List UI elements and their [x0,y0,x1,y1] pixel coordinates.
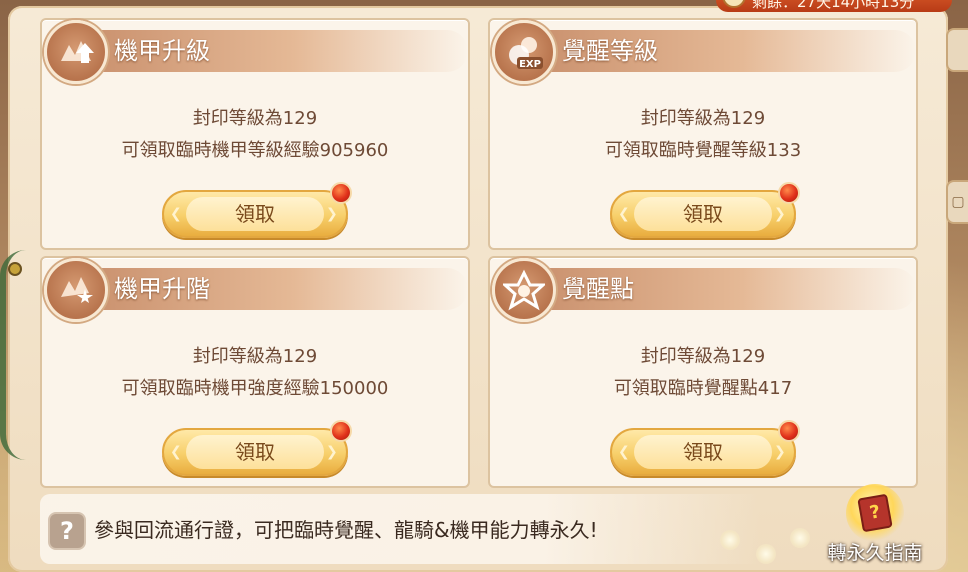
claim-button[interactable]: ❮ 領取 ❯ [610,190,796,238]
scroll-left-decoration: ❮ [618,444,630,460]
notice-text: 參與回流通行證，可把臨時覺醒、龍騎&機甲能力轉永久! [94,518,598,542]
mech-advance-star-icon [44,258,108,322]
notification-dot [778,182,800,204]
scroll-left-decoration: ❮ [618,206,630,222]
card-mech-advance: 機甲升階 封印等級為129 可領取臨時機甲強度經驗150000 ❮ 領取 ❯ [40,256,470,488]
clock-icon [722,0,746,8]
card-title: 機甲升階 [114,275,210,303]
seal-level-text: 封印等級為129 [192,346,318,367]
awakening-points-star-icon [492,258,556,322]
guide-label: 轉永久指南 [827,542,923,564]
notification-dot [330,420,352,442]
card-title: 覺醒點 [562,275,634,303]
claim-button-label: 領取 [186,435,324,469]
claim-button[interactable]: ❮ 領取 ❯ [162,428,348,476]
scroll-right-decoration: ❯ [326,206,338,222]
scroll-left-decoration: ❮ [170,444,182,460]
help-question-icon[interactable]: ? [48,512,86,550]
claim-button[interactable]: ❮ 領取 ❯ [162,190,348,238]
awakening-exp-icon: EXP [492,20,556,84]
event-timer: 剩餘：27天14小時13分 [716,0,952,12]
vine-decoration [0,250,26,460]
scroll-right-decoration: ❯ [326,444,338,460]
card-awakening-level: EXP 覺醒等級 封印等級為129 可領取臨時覺醒等級133 ❮ 領取 ❯ [488,18,918,250]
scroll-left-decoration: ❮ [170,206,182,222]
claim-button[interactable]: ❮ 領取 ❯ [610,428,796,476]
card-title: 覺醒等級 [562,37,658,65]
notification-dot [778,420,800,442]
claim-button-label: 領取 [186,197,324,231]
guide-book-icon: ? [846,484,904,542]
reward-text: 可領取臨時覺醒等級133 [604,140,802,161]
permanent-guide-button[interactable]: ? 轉永久指南 [810,484,940,568]
vine-node-decoration [8,262,22,276]
reward-text: 可領取臨時機甲強度經驗150000 [121,378,389,399]
card-awakening-points: 覺醒點 封印等級為129 可領取臨時覺醒點417 ❮ 領取 ❯ [488,256,918,488]
flower-decoration [790,528,810,548]
scroll-right-decoration: ❯ [774,444,786,460]
question-book-icon: ? [857,493,893,533]
reward-text: 可領取臨時機甲等級經驗905960 [121,140,389,161]
seal-level-text: 封印等級為129 [640,346,766,367]
card-mech-upgrade: 機甲升級 封印等級為129 可領取臨時機甲等級經驗905960 ❮ 領取 ❯ [40,18,470,250]
claim-button-label: 領取 [634,435,772,469]
card-title: 機甲升級 [114,37,210,65]
side-tab-middle[interactable]: ▢ [946,180,968,224]
svg-text:EXP: EXP [519,59,541,70]
seal-level-text: 封印等級為129 [640,108,766,129]
flower-decoration [756,544,776,564]
reward-text: 可領取臨時覺醒點417 [613,378,793,399]
mech-upgrade-arrow-icon [44,20,108,84]
timer-text: 剩餘：27天14小時13分 [752,0,915,11]
scroll-right-decoration: ❯ [774,206,786,222]
notification-dot [330,182,352,204]
flower-decoration [720,530,740,550]
claim-button-label: 領取 [634,197,772,231]
seal-level-text: 封印等級為129 [192,108,318,129]
side-tab-top[interactable] [946,28,968,72]
